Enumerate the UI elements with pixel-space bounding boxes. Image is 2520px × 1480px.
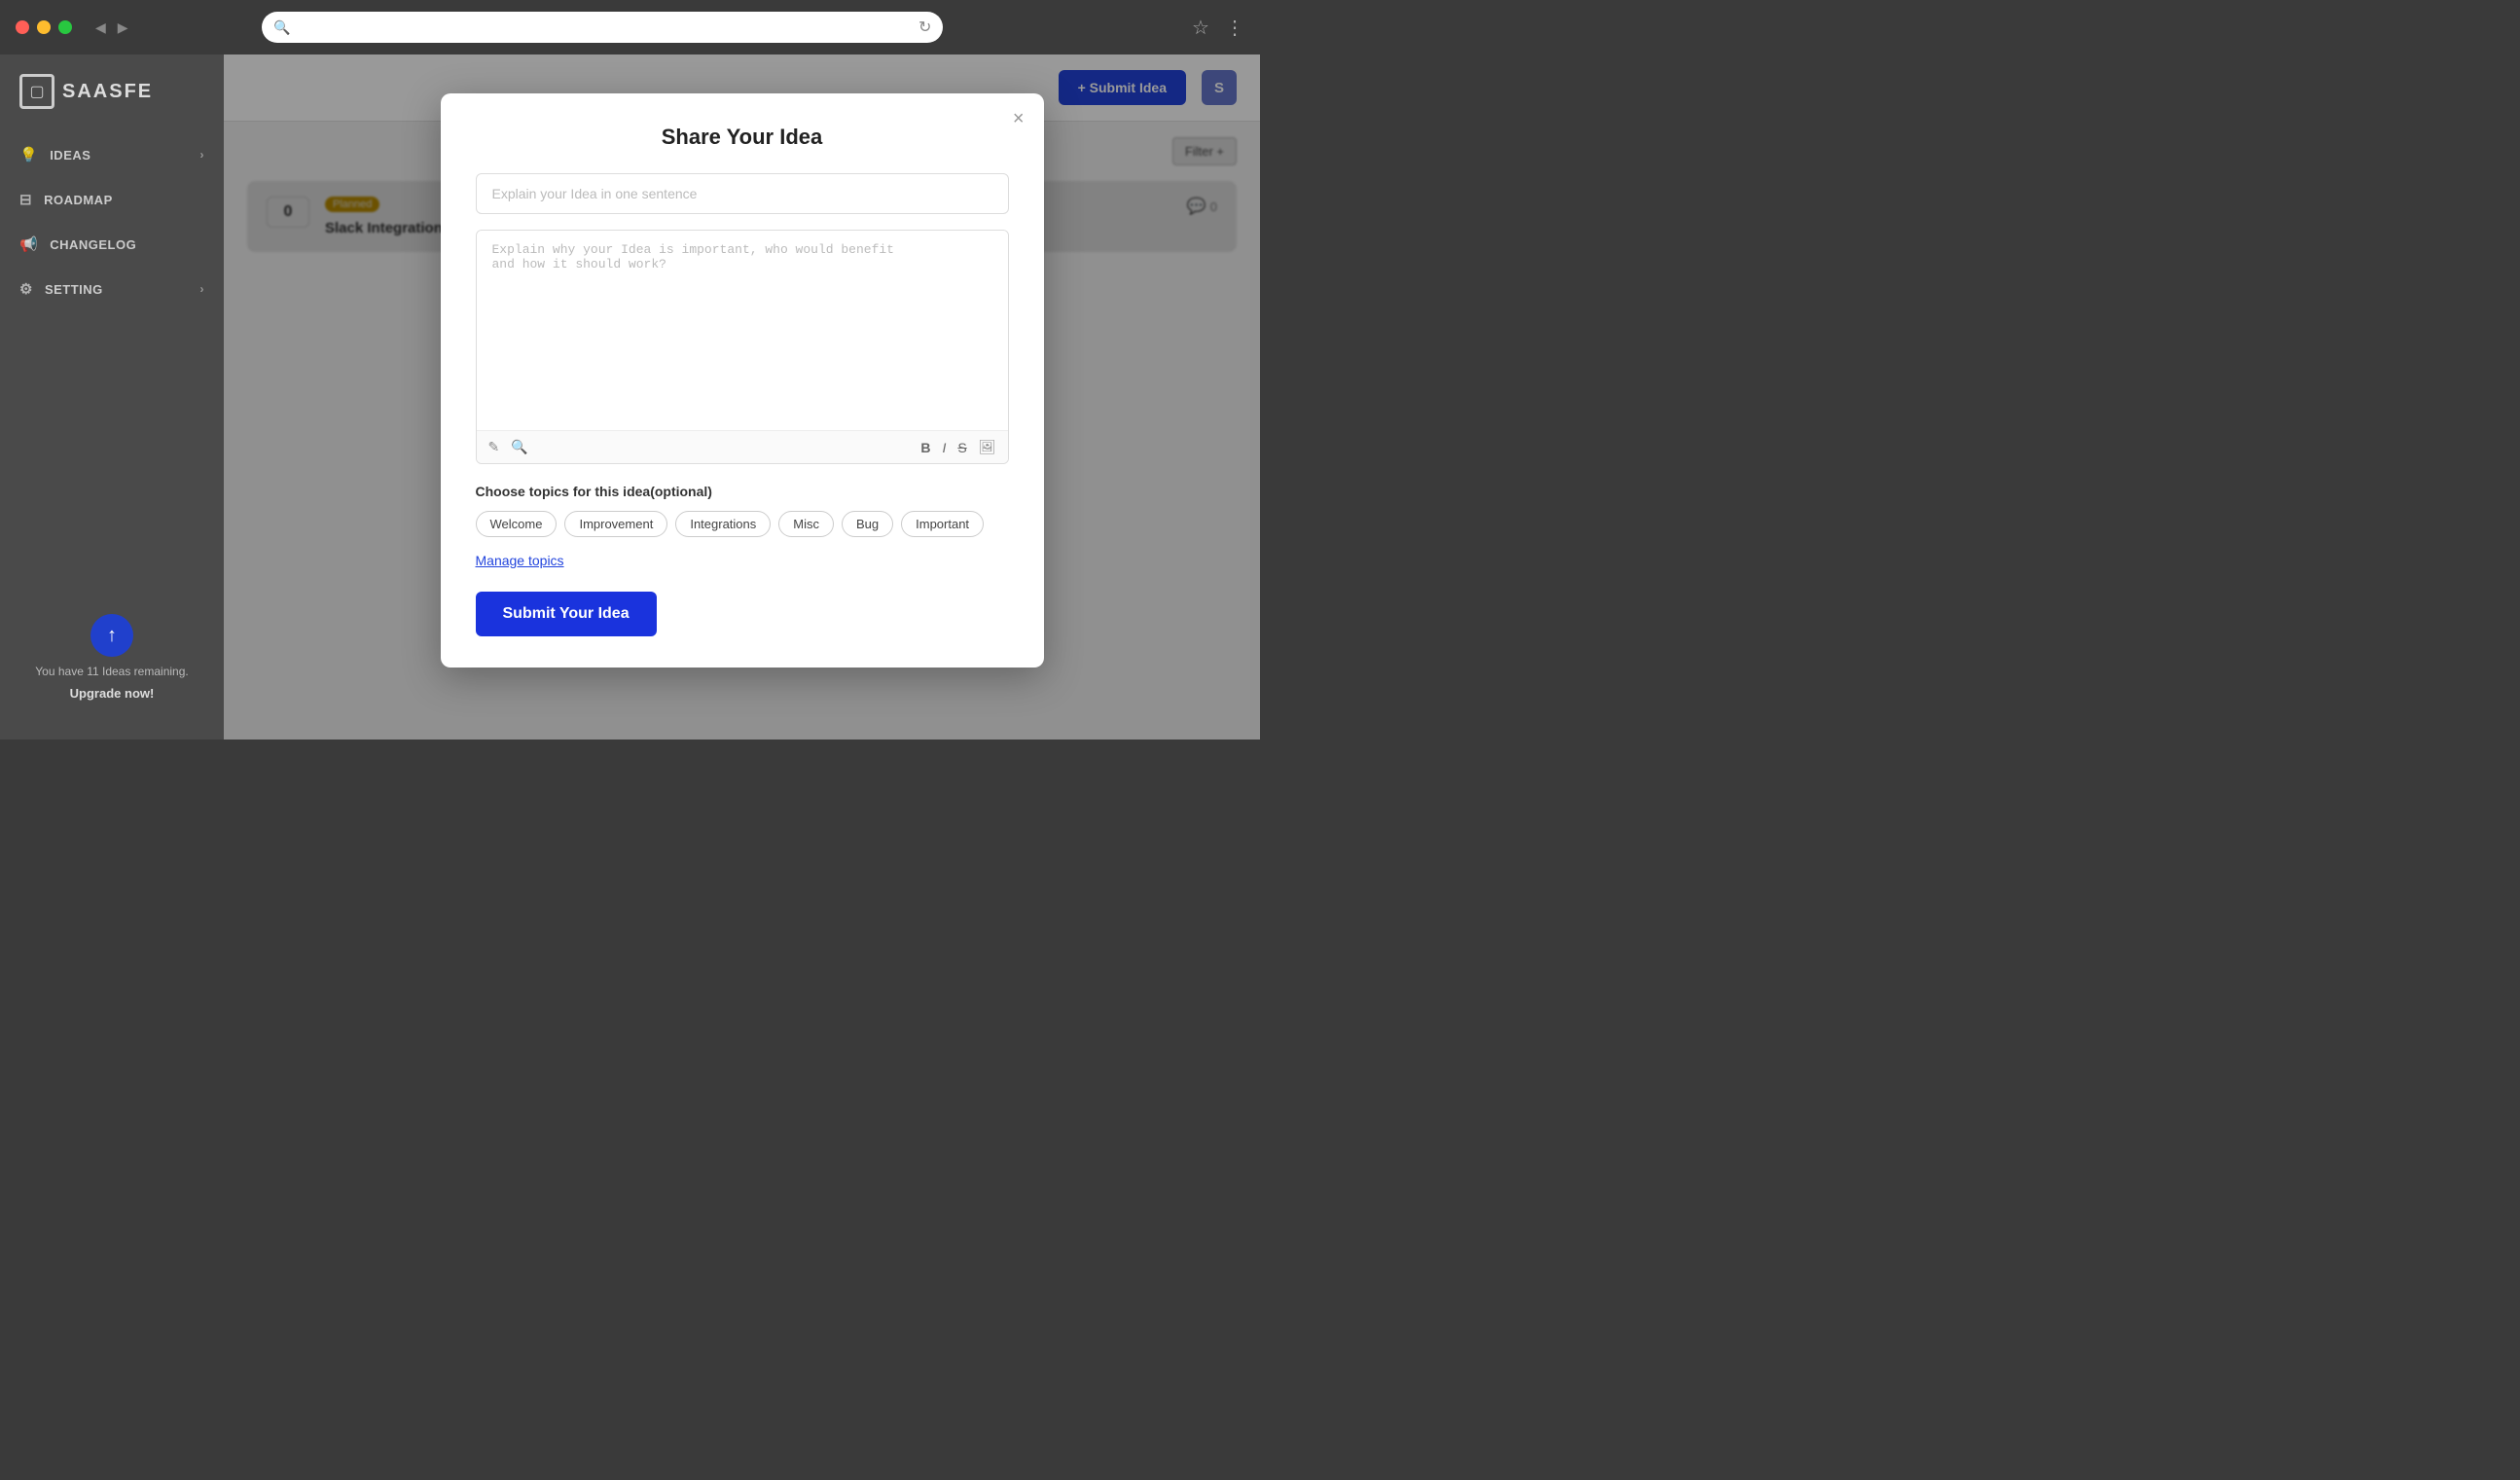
ideas-label: IDEAS bbox=[50, 148, 90, 162]
minimize-button[interactable] bbox=[37, 20, 51, 34]
search-icon: 🔍 bbox=[273, 19, 290, 36]
setting-label: SETTING bbox=[45, 282, 103, 297]
sidebar: ▢ SAASFE 💡 IDEAS › ⊟ ROADMAP 📢 CHANGELOG bbox=[0, 54, 224, 740]
changelog-icon: 📢 bbox=[19, 235, 38, 253]
ideas-icon: 💡 bbox=[19, 146, 38, 163]
sidebar-bottom: ↑ You have 11 Ideas remaining. Upgrade n… bbox=[0, 595, 224, 720]
upgrade-text: You have 11 Ideas remaining. bbox=[35, 665, 188, 678]
toolbar-icons: ☆ ⋮ bbox=[1192, 16, 1244, 40]
sidebar-item-setting[interactable]: ⚙ SETTING › bbox=[0, 267, 224, 311]
italic-icon[interactable]: I bbox=[942, 440, 946, 455]
changelog-label: CHANGELOG bbox=[50, 237, 136, 252]
topics-list: Welcome Improvement Integrations Misc Bu… bbox=[476, 511, 1009, 537]
url-input[interactable] bbox=[299, 20, 911, 35]
idea-title-input[interactable] bbox=[476, 173, 1009, 214]
topics-label: Choose topics for this idea(optional) bbox=[476, 484, 1009, 499]
topic-integrations[interactable]: Integrations bbox=[675, 511, 771, 537]
ideas-chevron-icon: › bbox=[200, 148, 205, 162]
textarea-toolbar: ✎ 🔍 B I S 🖼 bbox=[477, 430, 1008, 463]
titlebar: ◀ ▶ 🔍 ↻ ☆ ⋮ bbox=[0, 0, 1260, 54]
topic-welcome[interactable]: Welcome bbox=[476, 511, 558, 537]
search-toolbar-icon[interactable]: 🔍 bbox=[511, 439, 527, 455]
bold-icon[interactable]: B bbox=[920, 440, 930, 455]
sidebar-item-changelog[interactable]: 📢 CHANGELOG bbox=[0, 222, 224, 267]
roadmap-icon: ⊟ bbox=[19, 191, 32, 208]
url-bar: 🔍 ↻ bbox=[262, 12, 943, 43]
modal-close-button[interactable]: × bbox=[1013, 109, 1025, 128]
idea-description-textarea[interactable] bbox=[477, 231, 1008, 425]
logo: ▢ SAASFE bbox=[0, 74, 224, 132]
topic-misc[interactable]: Misc bbox=[778, 511, 834, 537]
app-container: ▢ SAASFE 💡 IDEAS › ⊟ ROADMAP 📢 CHANGELOG bbox=[0, 54, 1260, 740]
menu-icon[interactable]: ⋮ bbox=[1225, 16, 1244, 40]
traffic-lights bbox=[16, 20, 72, 34]
image-icon[interactable]: 🖼 bbox=[979, 439, 996, 455]
bookmark-icon[interactable]: ☆ bbox=[1192, 16, 1209, 40]
topic-improvement[interactable]: Improvement bbox=[564, 511, 667, 537]
edit-icon[interactable]: ✎ bbox=[488, 439, 500, 455]
modal-title: Share Your Idea bbox=[476, 125, 1009, 150]
strikethrough-icon[interactable]: S bbox=[957, 440, 966, 455]
sidebar-item-roadmap[interactable]: ⊟ ROADMAP bbox=[0, 177, 224, 222]
reload-button[interactable]: ↻ bbox=[918, 18, 931, 37]
topic-bug[interactable]: Bug bbox=[842, 511, 893, 537]
submit-idea-modal-button[interactable]: Submit Your Idea bbox=[476, 592, 657, 636]
upgrade-icon: ↑ bbox=[90, 614, 133, 657]
back-button[interactable]: ◀ bbox=[91, 18, 110, 38]
maximize-button[interactable] bbox=[58, 20, 72, 34]
main-content: + Submit Idea S Filter + 0 Planned Slack… bbox=[224, 54, 1260, 740]
topic-important[interactable]: Important bbox=[901, 511, 984, 537]
setting-chevron-icon: › bbox=[200, 282, 205, 296]
sidebar-item-ideas[interactable]: 💡 IDEAS › bbox=[0, 132, 224, 177]
modal: × Share Your Idea ✎ 🔍 B I S bbox=[441, 93, 1044, 668]
logo-icon: ▢ bbox=[19, 74, 54, 109]
setting-icon: ⚙ bbox=[19, 280, 33, 298]
close-button[interactable] bbox=[16, 20, 29, 34]
idea-textarea-wrapper: ✎ 🔍 B I S 🖼 bbox=[476, 230, 1009, 464]
roadmap-label: ROADMAP bbox=[44, 193, 113, 207]
forward-button[interactable]: ▶ bbox=[114, 18, 132, 38]
nav-arrows: ◀ ▶ bbox=[91, 18, 132, 38]
manage-topics-link[interactable]: Manage topics bbox=[476, 553, 564, 568]
modal-overlay[interactable]: × Share Your Idea ✎ 🔍 B I S bbox=[224, 54, 1260, 740]
logo-text: SAASFE bbox=[62, 81, 153, 103]
upgrade-link[interactable]: Upgrade now! bbox=[70, 686, 155, 701]
